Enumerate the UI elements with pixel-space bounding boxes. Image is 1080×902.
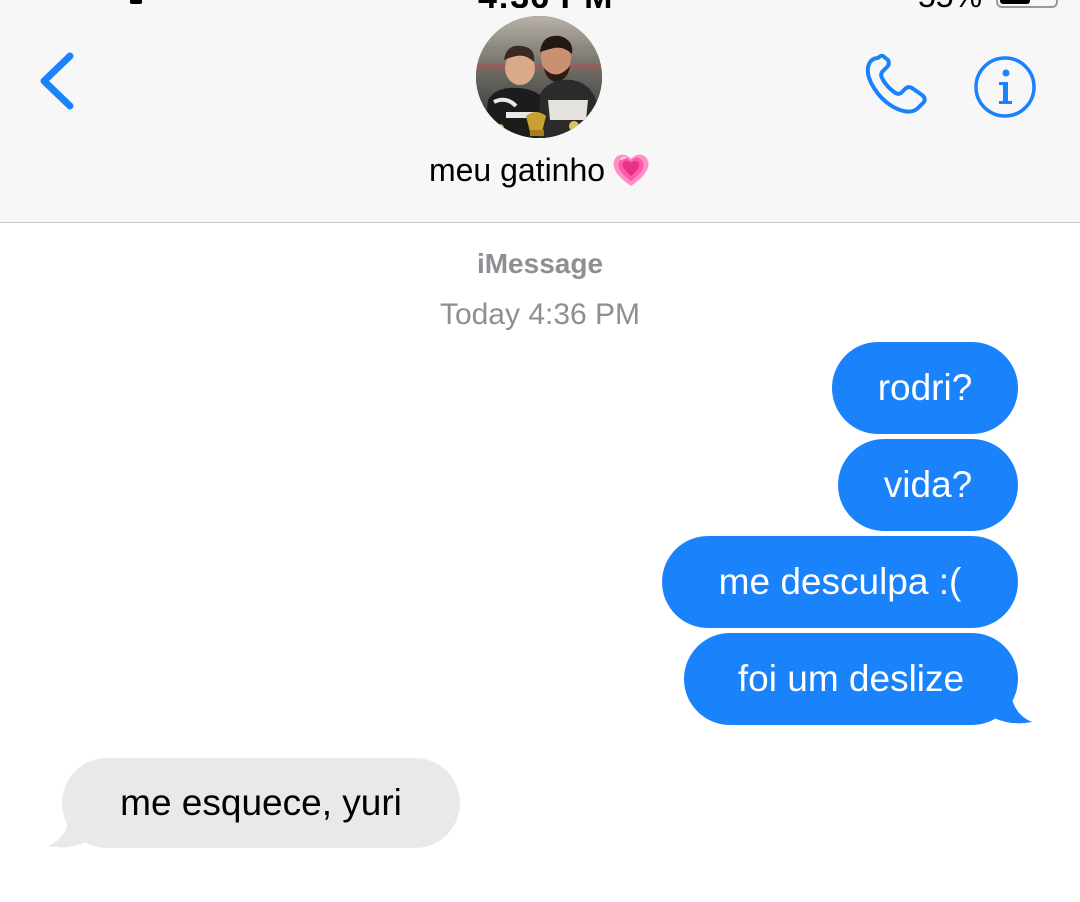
- signal-icon: [130, 0, 142, 4]
- status-time: 4:36 PM: [478, 0, 614, 8]
- phone-icon: [865, 53, 927, 114]
- battery-icon: [996, 0, 1058, 8]
- message-bubble-sent[interactable]: vida?: [838, 439, 1018, 531]
- contact-name: meu gatinho: [428, 152, 606, 188]
- call-button[interactable]: [862, 52, 932, 118]
- message-bubble-received[interactable]: me esquece, yuri: [62, 758, 460, 848]
- message-text: me esquece, yuri: [120, 782, 402, 823]
- battery-percentage: 55%: [918, 0, 982, 8]
- info-icon: [974, 56, 1036, 118]
- message-bubble-sent[interactable]: foi um deslize: [684, 633, 1018, 725]
- contact-name-row[interactable]: meu gatinho: [0, 152, 1080, 192]
- status-bar: 4:36 PM 55%: [0, 0, 1080, 8]
- message-bubble-sent[interactable]: me desculpa :(: [662, 536, 1018, 628]
- message-text: foi um deslize: [737, 658, 965, 699]
- message-text: rodri?: [877, 367, 973, 408]
- message-text: me desculpa :(: [718, 561, 962, 602]
- message-timestamp: Today 4:36 PM: [439, 298, 641, 331]
- message-text: vida?: [883, 464, 973, 505]
- conversation-header: 4:36 PM 55%: [0, 0, 1080, 223]
- chevron-left-icon: [40, 52, 74, 110]
- contact-avatar[interactable]: [476, 16, 602, 138]
- growing-heart-icon: [611, 151, 651, 189]
- message-bubble-sent[interactable]: rodri?: [832, 342, 1018, 434]
- service-label: iMessage: [476, 248, 604, 279]
- avatar-photo: [476, 16, 602, 138]
- back-button[interactable]: [30, 48, 90, 114]
- info-button[interactable]: [972, 54, 1038, 120]
- messages-screen: 4:36 PM 55%: [0, 0, 1080, 902]
